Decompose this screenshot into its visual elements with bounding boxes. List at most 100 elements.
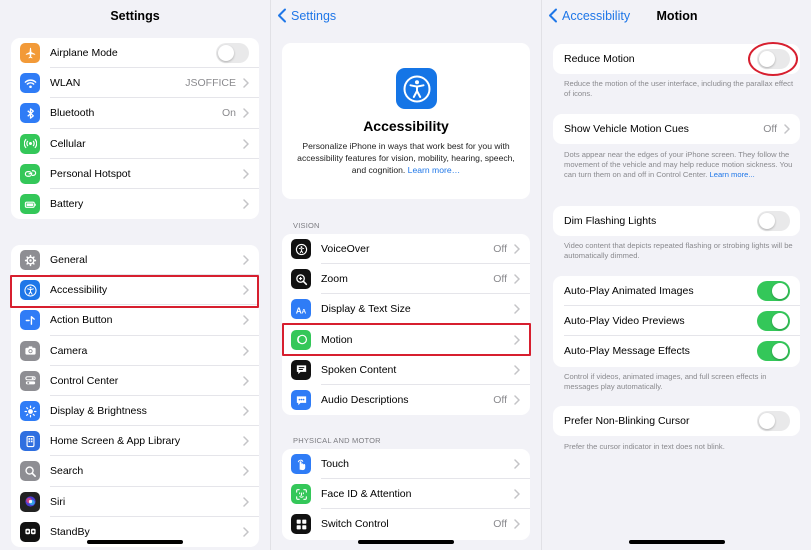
row-label: Auto-Play Animated Images bbox=[564, 285, 694, 298]
motion-panel: Accessibility Motion Reduce Motion Reduc… bbox=[542, 0, 811, 550]
hero-description-text: Personalize iPhone in ways that work bes… bbox=[297, 141, 515, 175]
accessibility-hero-card: Accessibility Personalize iPhone in ways… bbox=[282, 43, 530, 199]
page-title: Motion bbox=[656, 9, 698, 23]
highlight-reduce-motion bbox=[748, 42, 798, 76]
settings-item-siri[interactable]: Siri bbox=[11, 487, 259, 517]
physical-group: Touch Face ID & Attention Switch Control Of… bbox=[282, 449, 530, 540]
cursor-note: Prefer the cursor indicator in text does… bbox=[564, 442, 725, 451]
settings-item-general[interactable]: General bbox=[11, 245, 259, 276]
switch-control-icon bbox=[291, 514, 311, 535]
settings-item-action-button[interactable]: Action Button bbox=[11, 305, 259, 336]
chevron-right-icon bbox=[514, 519, 520, 530]
settings-item-home-screen-and-app-library[interactable]: Home Screen & App Library bbox=[11, 426, 259, 457]
chevron-right-icon bbox=[243, 527, 249, 537]
reduce-motion-label: Reduce Motion bbox=[564, 53, 635, 66]
dim-flashing-toggle[interactable] bbox=[757, 211, 790, 232]
vision-item-spoken-content[interactable]: Spoken Content bbox=[282, 355, 530, 385]
physical-item-face-id-and-attention[interactable]: Face ID & Attention bbox=[282, 479, 530, 510]
chevron-right-icon bbox=[243, 436, 249, 446]
physical-item-touch[interactable]: Touch bbox=[282, 449, 530, 480]
chevron-right-icon bbox=[243, 199, 249, 209]
autoplay-item-auto-play-animated-images: Auto-Play Animated Images bbox=[553, 276, 800, 307]
settings-group-connectivity: Airplane Mode WLAN JSOFFICE Bluetooth On Cell… bbox=[11, 38, 259, 220]
siri-icon bbox=[20, 491, 40, 512]
toggle-knob bbox=[759, 413, 775, 430]
row-label: Siri bbox=[50, 495, 66, 508]
learn-more-link[interactable]: Learn more... bbox=[710, 170, 755, 179]
settings-item-bluetooth[interactable]: Bluetooth On bbox=[11, 98, 259, 129]
chevron-right-icon bbox=[243, 108, 249, 119]
settings-item-personal-hotspot[interactable]: Personal Hotspot bbox=[11, 159, 259, 189]
vehicle-cues-label: Show Vehicle Motion Cues bbox=[564, 123, 689, 136]
settings-item-camera[interactable]: Camera bbox=[11, 336, 259, 366]
chevron-right-icon bbox=[514, 395, 520, 405]
row-value: Off bbox=[493, 273, 507, 286]
home-indicator bbox=[358, 540, 454, 544]
vehicle-cues-note-text: Dots appear near the edges of your iPhon… bbox=[564, 150, 793, 179]
vision-item-display-and-text-size[interactable]: A A Display & Text Size bbox=[282, 294, 530, 325]
dim-flashing-row: Dim Flashing Lights bbox=[553, 206, 800, 236]
row-label: Control Center bbox=[50, 374, 119, 387]
settings-navbar: Settings bbox=[0, 0, 270, 33]
row-label: WLAN bbox=[50, 77, 81, 90]
settings-item-airplane-mode: Airplane Mode bbox=[11, 38, 259, 69]
settings-item-cellular[interactable]: Cellular bbox=[11, 129, 259, 159]
vision-item-voiceover[interactable]: VoiceOver Off bbox=[282, 234, 530, 265]
autoplay-item-auto-play-message-effects: Auto-Play Message Effects bbox=[553, 336, 800, 366]
zoom-icon bbox=[291, 269, 311, 290]
chevron-right-icon bbox=[243, 376, 249, 386]
auto-play-video-previews-toggle[interactable] bbox=[757, 311, 790, 332]
chevron-left-icon bbox=[278, 8, 286, 23]
touch-icon bbox=[291, 454, 311, 475]
back-button[interactable]: Settings bbox=[277, 8, 336, 23]
toggle-knob bbox=[772, 283, 788, 300]
settings-item-search[interactable]: Search bbox=[11, 456, 259, 487]
cursor-toggle[interactable] bbox=[757, 411, 790, 432]
chevron-right-icon bbox=[514, 244, 520, 254]
vehicle-cues-row[interactable]: Show Vehicle Motion Cues Off bbox=[553, 114, 800, 144]
row-label: Display & Text Size bbox=[321, 303, 411, 316]
physical-item-switch-control[interactable]: Switch Control Off bbox=[282, 509, 530, 539]
row-label: Touch bbox=[321, 458, 350, 471]
vision-item-zoom[interactable]: Zoom Off bbox=[282, 264, 530, 295]
settings-item-battery[interactable]: Battery bbox=[11, 189, 259, 219]
row-label: Auto-Play Video Previews bbox=[564, 315, 685, 328]
highlight-accessibility bbox=[10, 275, 259, 308]
wifi-icon bbox=[20, 73, 40, 94]
chevron-right-icon bbox=[243, 466, 249, 477]
camera-icon bbox=[20, 340, 40, 361]
learn-more-link[interactable]: Learn more… bbox=[408, 165, 461, 175]
row-value: JSOFFICE bbox=[185, 77, 236, 90]
chevron-right-icon bbox=[243, 169, 249, 179]
toggle-knob bbox=[772, 343, 788, 360]
auto-play-animated-images-toggle[interactable] bbox=[757, 281, 790, 302]
settings-item-display-and-brightness[interactable]: Display & Brightness bbox=[11, 396, 259, 427]
row-label: Home Screen & App Library bbox=[50, 435, 181, 448]
toggle-knob bbox=[759, 213, 775, 230]
row-label: Cellular bbox=[50, 137, 86, 150]
cellular-icon bbox=[20, 133, 40, 154]
row-label: Auto-Play Message Effects bbox=[564, 345, 690, 358]
settings-item-wlan[interactable]: WLAN JSOFFICE bbox=[11, 68, 259, 99]
accessibility-panel: Settings Accessibility Personalize iPhon… bbox=[271, 0, 541, 550]
row-label: Face ID & Attention bbox=[321, 488, 412, 501]
dim-flashing-note: Video content that depicts repeated flas… bbox=[564, 241, 793, 260]
motion-navbar: Accessibility Motion bbox=[542, 0, 811, 33]
row-label: StandBy bbox=[50, 525, 90, 538]
chevron-right-icon bbox=[243, 315, 249, 326]
row-label: Camera bbox=[50, 344, 88, 357]
row-label: Search bbox=[50, 465, 84, 478]
auto-play-message-effects-toggle[interactable] bbox=[757, 341, 790, 362]
chevron-right-icon bbox=[514, 459, 520, 469]
hotspot-icon bbox=[20, 163, 40, 184]
accessibility-navbar: Settings bbox=[271, 0, 541, 33]
airplane-mode-toggle[interactable] bbox=[216, 43, 249, 64]
settings-panel: Settings Airplane Mode WLAN JSOFFICE Blueto… bbox=[0, 0, 270, 550]
vehicle-cues-value: Off bbox=[763, 123, 777, 136]
action-button-icon bbox=[20, 310, 40, 331]
vision-item-audio-descriptions[interactable]: Audio Descriptions Off bbox=[282, 385, 530, 415]
chevron-right-icon bbox=[243, 138, 249, 149]
row-label: Personal Hotspot bbox=[50, 167, 131, 180]
accessibility-icon bbox=[396, 68, 437, 109]
settings-item-control-center[interactable]: Control Center bbox=[11, 366, 259, 396]
